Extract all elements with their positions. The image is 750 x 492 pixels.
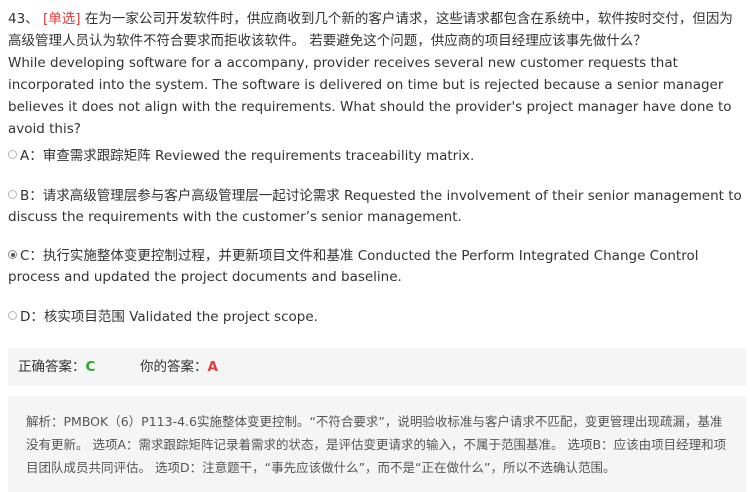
- option-b-radio[interactable]: [8, 190, 17, 199]
- option-c-key: C：: [20, 248, 43, 264]
- your-answer: 你的答案：A: [140, 348, 218, 386]
- option-b[interactable]: B：请求高级管理层参与客户高级管理层一起讨论需求 Requested the i…: [8, 186, 746, 228]
- your-answer-label: 你的答案：: [140, 359, 208, 375]
- correct-answer: 正确答案：C: [18, 348, 95, 386]
- option-c[interactable]: C：执行实施整体变更控制过程，并更新项目文件和基准 Conducted the …: [8, 246, 746, 288]
- option-d-key: D：: [20, 309, 44, 325]
- option-a-text: 审查需求跟踪矩阵 Reviewed the requirements trace…: [42, 148, 475, 164]
- analysis-panel: 解析：PMBOK（6）P113-4.6实施整体变更控制。“不符合要求”，说明验收…: [8, 396, 746, 492]
- option-c-text: 执行实施整体变更控制过程，并更新项目文件和基准 Conducted the Pe…: [8, 248, 699, 285]
- option-b-text: 请求高级管理层参与客户高级管理层一起讨论需求 Requested the inv…: [8, 188, 742, 225]
- question-text-en: While developing software for a accompan…: [8, 55, 732, 137]
- question-stem: 43、 [单选] 在为一家公司开发软件时，供应商收到几个新的客户请求，这些请求都…: [8, 8, 746, 140]
- correct-answer-label: 正确答案：: [18, 359, 86, 375]
- option-d[interactable]: D：核实项目范围 Validated the project scope.: [8, 307, 746, 328]
- option-d-radio[interactable]: [8, 311, 17, 320]
- option-b-key: B：: [20, 188, 43, 204]
- correct-answer-value: C: [85, 359, 96, 375]
- answer-bar: 正确答案：C 你的答案：A: [8, 348, 746, 386]
- option-a-radio[interactable]: [8, 150, 17, 159]
- option-d-text: 核实项目范围 Validated the project scope.: [43, 309, 318, 325]
- question-text-cn: 在为一家公司开发软件时，供应商收到几个新的客户请求，这些请求都包含在系统中，软件…: [8, 11, 733, 49]
- option-a-key: A：: [20, 148, 43, 164]
- question-type-tag: [单选]: [42, 11, 81, 27]
- option-c-radio[interactable]: [8, 250, 17, 259]
- analysis-text: 解析：PMBOK（6）P113-4.6实施整体变更控制。“不符合要求”，说明验收…: [26, 414, 727, 475]
- your-answer-value: A: [207, 359, 218, 375]
- question-number: 43、: [8, 11, 39, 27]
- option-a[interactable]: A：审查需求跟踪矩阵 Reviewed the requirements tra…: [8, 146, 746, 167]
